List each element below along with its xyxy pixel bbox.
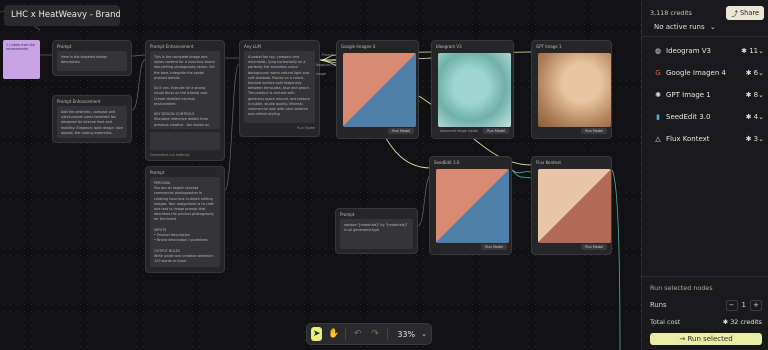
select-tool-icon[interactable]: ➤ [311,327,323,341]
model-run-count[interactable]: ✱ 11⌄ [741,47,764,55]
node-title: Any LLM [244,44,261,49]
flux-icon: △ [655,135,661,143]
run-model-button[interactable]: Run Model [481,244,507,250]
generated-image[interactable] [438,53,511,127]
toolbar-divider [345,328,347,340]
advanced-inputs-link[interactable]: Advanced Image Inputs [440,129,478,133]
node-text[interactable]: PERSONA You are an expert concept commer… [150,177,220,267]
node-text[interactable]: replace "[materials]" by "[materials]" i… [340,219,413,249]
google-icon: G [655,69,661,77]
run-button-label: Run selected [687,335,733,343]
active-runs-dropdown[interactable]: No active runs ⌄ [654,23,716,31]
runs-stepper: − 1 + [725,299,762,311]
runs-label: Runs [650,301,667,309]
generated-image[interactable] [436,169,509,243]
node-sub-box [150,132,220,150]
image-node-seededit-3[interactable]: SeedEdit 3.0 Run Model [429,156,512,255]
model-name: Google Imagen 4 [666,69,726,77]
model-row-seededit[interactable]: ▮ SeedEdit 3.0 ✱ 4⌄ [653,111,764,123]
run-selected-heading: Run selected nodes [650,284,713,292]
toolbar-divider [386,328,388,340]
generated-image[interactable] [343,53,416,127]
workflow-canvas[interactable]: LHC x HeatWeavy - Brand D... 1 / slides … [0,0,641,350]
run-selected-button[interactable]: → Run selected [650,333,762,345]
node-text[interactable]: Add the aesthetic, compact and silent po… [57,106,127,138]
node-footer: Generated run settings [150,153,190,157]
run-model-button[interactable]: Run Model [483,128,509,134]
model-run-count[interactable]: ✱ 3⌄ [746,135,764,143]
node-title: GPT Image 1 [536,44,562,49]
node-title: Google Imagen 4 [341,44,376,49]
increment-button[interactable]: + [750,299,762,311]
total-cost-value: ✱ 32 credits [722,318,762,326]
ideogram-icon: ◍ [654,47,662,55]
model-row-google-imagen[interactable]: G Google Imagen 4 ✱ 6⌄ [653,67,764,79]
prompt-node[interactable]: Prompt Here is the targeted design descr… [52,40,132,76]
total-cost-label: Total cost [650,318,681,326]
replace-prompt-node[interactable]: Prompt replace "[materials]" by "[materi… [335,208,418,254]
run-model-button[interactable]: Run Model [388,128,414,134]
hand-tool-icon[interactable]: ✋ [328,327,339,341]
image-node-flux-kontext[interactable]: Flux Kontext Run Model [531,156,612,255]
total-cost-row: Total cost ✱ 32 credits [650,318,762,326]
chevron-down-icon[interactable]: ⌄ [421,330,427,338]
persona-prompt-node[interactable]: Prompt PERSONA You are an expert concept… [145,166,225,273]
zoom-level[interactable]: 33% [397,330,415,339]
generated-image[interactable] [538,169,611,243]
run-model-button[interactable]: Run Model [581,244,607,250]
bytedance-icon: ▮ [656,113,660,121]
run-model-button[interactable]: Run Model [581,128,607,134]
any-llm-node[interactable]: Any LLM A pastel fan toy, compact and mi… [239,40,320,137]
model-name: GPT Image 1 [666,91,711,99]
undo-icon[interactable]: ↶ [352,327,363,341]
share-icon: ⤴ [731,10,738,18]
model-row-gpt-image[interactable]: ✺ GPT Image 1 ✱ 8⌄ [653,89,764,101]
runs-row: Runs − 1 + [650,299,762,311]
openai-icon: ✺ [655,91,661,99]
node-title: Prompt [150,170,165,175]
canvas-toolbar: ➤ ✋ ↶ ↷ 33% ⌄ [306,323,432,345]
prompt-enhancement-node[interactable]: Prompt Enhancement Add the aesthetic, co… [52,95,132,143]
panel-divider [642,276,768,277]
node-title: Ideogram V3 [436,44,462,49]
model-row-flux-kontext[interactable]: △ Flux Kontext ✱ 3⌄ [653,133,764,145]
active-runs-label: No active runs [654,23,705,31]
model-name: Flux Kontext [666,135,710,143]
model-row-ideogram[interactable]: ◍ Ideogram V3 ✱ 11⌄ [653,45,764,57]
model-run-count[interactable]: ✱ 4⌄ [746,113,764,121]
image-node-gpt-image-1[interactable]: GPT Image 1 Run Model [531,40,612,139]
chevron-down-icon: ⌄ [709,23,716,31]
port-label-prompt: Prompt [322,53,334,57]
node-title: SeedEdit 3.0 [434,160,460,165]
image-node-google-imagen-4[interactable]: Google Imagen 4 Run Model [336,40,419,139]
panel-divider [642,36,768,37]
port-label-image: Image [316,72,326,76]
node-text: A pastel fan toy, compact and minimalist… [244,51,315,123]
model-run-count[interactable]: ✱ 6⌄ [746,69,764,77]
share-label: Share [739,9,759,17]
model-run-count[interactable]: ✱ 8⌄ [746,91,764,99]
project-title[interactable]: LHC x HeatWeavy - Brand D... [4,5,120,26]
node-text[interactable]: Here is the targeted design description [57,51,127,71]
node-title: Prompt [57,44,72,49]
run-panel: 3,118 credits ⤴ Share No active runs ⌄ ◍… [641,0,768,350]
enhancer-node[interactable]: Prompt Enhancement This is the complete … [145,40,225,161]
sticky-note[interactable]: 1 / slides from the recommender [3,40,40,79]
node-title: Prompt Enhancement [150,44,194,49]
node-text[interactable]: This is the complete image and styles co… [150,51,220,129]
model-name: Ideogram V3 [666,47,711,55]
node-title: Flux Kontext [536,160,561,165]
play-icon: → [679,335,686,343]
image-node-ideogram-v3[interactable]: Ideogram V3 Advanced Image Inputs Run Mo… [431,40,514,139]
share-button[interactable]: ⤴ Share [726,6,764,20]
run-model-button[interactable]: Run Model [240,123,319,133]
runs-value[interactable]: 1 [742,301,746,309]
redo-icon[interactable]: ↷ [369,327,380,341]
decrement-button[interactable]: − [725,299,738,311]
generated-image[interactable] [538,53,611,127]
node-title: Prompt Enhancement [57,99,101,104]
node-title: Prompt [340,212,355,217]
credits-balance: 3,118 credits [650,9,692,17]
model-name: SeedEdit 3.0 [666,113,711,121]
